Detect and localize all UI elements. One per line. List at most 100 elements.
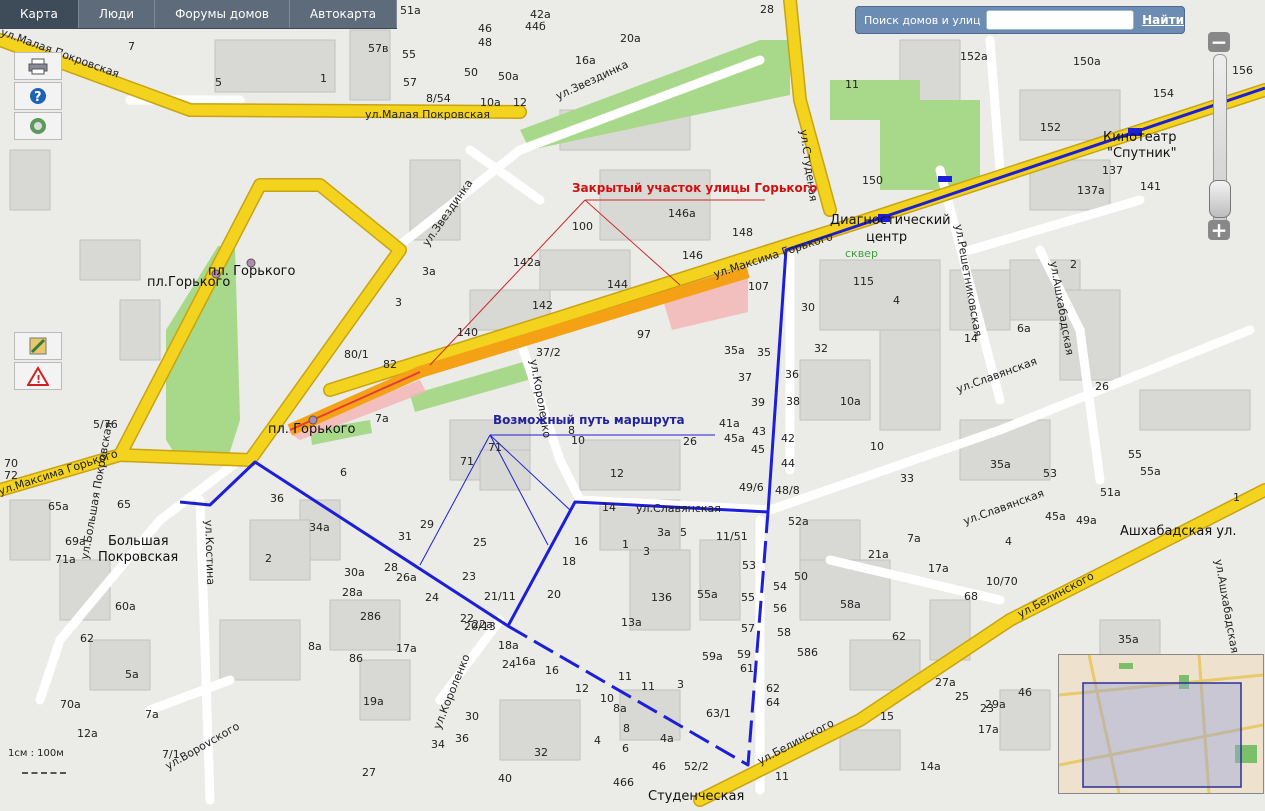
svg-text:142а: 142а bbox=[513, 256, 541, 269]
svg-text:97: 97 bbox=[637, 328, 651, 341]
zoom-in-icon[interactable]: + bbox=[1208, 220, 1230, 240]
svg-text:?: ? bbox=[34, 90, 42, 105]
svg-text:11: 11 bbox=[845, 78, 859, 91]
svg-text:16а: 16а bbox=[575, 54, 596, 67]
tab-house-forums[interactable]: Форумы домов bbox=[155, 0, 290, 28]
svg-text:1: 1 bbox=[320, 72, 327, 85]
scale-label: 1см : 100м bbox=[8, 748, 64, 759]
svg-text:26: 26 bbox=[683, 435, 697, 448]
map-edit-button[interactable] bbox=[14, 332, 62, 360]
svg-text:5: 5 bbox=[215, 76, 222, 89]
svg-text:148: 148 bbox=[732, 226, 753, 239]
closed-section-annotation: Закрытый участок улицы Горького bbox=[572, 181, 818, 195]
svg-text:7а: 7а bbox=[907, 532, 921, 545]
svg-text:62: 62 bbox=[80, 632, 94, 645]
svg-text:30: 30 bbox=[801, 301, 815, 314]
svg-text:34а: 34а bbox=[309, 521, 330, 534]
svg-text:35: 35 bbox=[757, 346, 771, 359]
svg-text:6а: 6а bbox=[1017, 322, 1031, 335]
svg-text:14а: 14а bbox=[920, 760, 941, 773]
print-button[interactable] bbox=[14, 52, 62, 80]
svg-text:46: 46 bbox=[1018, 686, 1032, 699]
svg-text:156: 156 bbox=[1232, 64, 1253, 77]
svg-text:43: 43 bbox=[752, 425, 766, 438]
svg-text:1: 1 bbox=[622, 538, 629, 551]
svg-text:17а: 17а bbox=[978, 723, 999, 736]
svg-text:12а: 12а bbox=[77, 727, 98, 740]
search-label: Поиск домов и улиц bbox=[864, 13, 981, 27]
svg-text:52а: 52а bbox=[788, 515, 809, 528]
svg-text:142: 142 bbox=[532, 299, 553, 312]
svg-text:36: 36 bbox=[455, 732, 469, 745]
report-problem-button[interactable]: ! bbox=[14, 362, 62, 390]
top-tabs: Карта Люди Форумы домов Автокарта bbox=[0, 0, 398, 29]
svg-text:3а: 3а bbox=[657, 526, 671, 539]
svg-text:53: 53 bbox=[742, 559, 756, 572]
search-bar: Поиск домов и улиц Найти bbox=[855, 6, 1185, 34]
tab-people[interactable]: Люди bbox=[79, 0, 156, 28]
tab-map[interactable]: Карта bbox=[0, 0, 79, 28]
svg-text:35а: 35а bbox=[1118, 633, 1139, 646]
svg-text:11: 11 bbox=[775, 770, 789, 783]
svg-text:7: 7 bbox=[128, 40, 135, 53]
svg-text:45: 45 bbox=[751, 443, 765, 456]
search-button[interactable]: Найти bbox=[1142, 13, 1184, 27]
svg-text:27а: 27а bbox=[935, 676, 956, 689]
svg-text:2: 2 bbox=[1070, 258, 1077, 271]
svg-text:49/6: 49/6 bbox=[739, 481, 764, 494]
svg-text:136: 136 bbox=[651, 591, 672, 604]
svg-text:286: 286 bbox=[360, 610, 381, 623]
help-button[interactable]: ? bbox=[14, 82, 62, 110]
svg-text:32: 32 bbox=[534, 746, 548, 759]
svg-text:46: 46 bbox=[478, 22, 492, 35]
svg-text:4: 4 bbox=[594, 734, 601, 747]
svg-text:61: 61 bbox=[740, 662, 754, 675]
svg-text:1: 1 bbox=[1233, 491, 1240, 504]
svg-text:44б: 44б bbox=[525, 20, 546, 33]
svg-text:39: 39 bbox=[751, 396, 765, 409]
svg-text:10/70: 10/70 bbox=[986, 575, 1018, 588]
svg-text:2: 2 bbox=[265, 552, 272, 565]
svg-text:71: 71 bbox=[460, 455, 474, 468]
zoom-out-icon[interactable]: − bbox=[1208, 32, 1230, 52]
svg-text:64: 64 bbox=[766, 696, 780, 709]
layers-button[interactable] bbox=[14, 112, 62, 140]
svg-text:16: 16 bbox=[574, 535, 588, 548]
svg-text:55: 55 bbox=[1128, 448, 1142, 461]
svg-text:59а: 59а bbox=[702, 650, 723, 663]
svg-text:41а: 41а bbox=[719, 417, 740, 430]
svg-text:3: 3 bbox=[395, 296, 402, 309]
svg-text:5: 5 bbox=[680, 526, 687, 539]
svg-text:80/1: 80/1 bbox=[344, 348, 369, 361]
svg-text:154: 154 bbox=[1153, 87, 1174, 100]
svg-text:11: 11 bbox=[618, 670, 632, 683]
svg-text:!: ! bbox=[36, 373, 41, 386]
svg-text:пл.Горького: пл.Горького bbox=[147, 275, 230, 290]
svg-text:3: 3 bbox=[643, 545, 650, 558]
svg-text:48: 48 bbox=[478, 36, 492, 49]
help-icon: ? bbox=[30, 88, 46, 105]
overview-minimap[interactable] bbox=[1058, 654, 1264, 794]
svg-text:ул.Костина: ул.Костина bbox=[202, 520, 217, 586]
svg-text:141: 141 bbox=[1140, 180, 1161, 193]
svg-text:30а: 30а bbox=[344, 566, 365, 579]
svg-text:107: 107 bbox=[748, 280, 769, 293]
svg-text:12: 12 bbox=[575, 682, 589, 695]
svg-text:49а: 49а bbox=[1076, 514, 1097, 527]
svg-text:100: 100 bbox=[572, 220, 593, 233]
svg-text:32: 32 bbox=[814, 342, 828, 355]
svg-text:63/1: 63/1 bbox=[706, 707, 731, 720]
svg-text:центр: центр bbox=[866, 230, 907, 245]
svg-text:4: 4 bbox=[893, 294, 900, 307]
svg-text:12: 12 bbox=[610, 467, 624, 480]
zoom-slider-handle[interactable] bbox=[1209, 180, 1231, 218]
svg-text:10: 10 bbox=[870, 440, 884, 453]
svg-text:ул.Малая Покровская: ул.Малая Покровская bbox=[365, 108, 490, 121]
tab-automap[interactable]: Автокарта bbox=[290, 0, 398, 28]
svg-text:5а: 5а bbox=[125, 668, 139, 681]
svg-text:60а: 60а bbox=[115, 600, 136, 613]
search-input[interactable] bbox=[986, 10, 1135, 30]
svg-text:7а: 7а bbox=[145, 708, 159, 721]
svg-text:4а: 4а bbox=[660, 732, 674, 745]
svg-text:10а: 10а bbox=[480, 96, 501, 109]
